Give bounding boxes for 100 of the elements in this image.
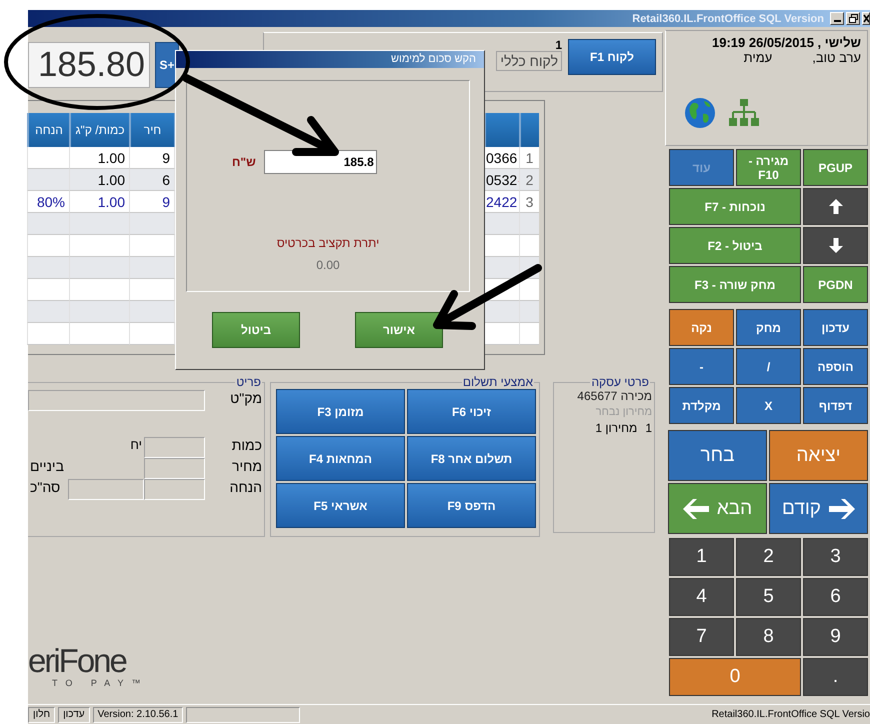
close-button[interactable] bbox=[862, 12, 870, 25]
function-button[interactable]: נוכחות - F7 bbox=[669, 188, 801, 225]
table-cell bbox=[69, 279, 129, 301]
edit-button[interactable]: נקה bbox=[669, 309, 734, 346]
table-cell: 0532 bbox=[484, 169, 519, 191]
table-cell bbox=[69, 213, 129, 235]
column-header[interactable]: כמות/ ק"ג bbox=[69, 113, 129, 147]
down-button[interactable] bbox=[803, 227, 868, 264]
logo-text: eriFone bbox=[28, 644, 126, 678]
table-cell bbox=[519, 323, 539, 345]
customer-button[interactable]: לקוח F1 bbox=[568, 39, 656, 75]
table-cell bbox=[27, 147, 69, 169]
table-cell bbox=[69, 323, 129, 345]
logo-tagline: TO PAY™ bbox=[52, 678, 149, 688]
customer-name-field[interactable]: לקוח כללי bbox=[496, 51, 562, 71]
balance-label: יתרת תקציב בכרטיס bbox=[276, 236, 380, 250]
function-button[interactable]: PGDN bbox=[803, 266, 868, 303]
up-button[interactable] bbox=[803, 188, 868, 225]
nav-button[interactable]: בחר bbox=[668, 430, 767, 481]
edit-button[interactable]: מחק bbox=[736, 309, 801, 346]
table-cell bbox=[519, 279, 539, 301]
table-cell bbox=[519, 213, 539, 235]
number-key[interactable]: . bbox=[803, 658, 868, 696]
table-cell bbox=[69, 235, 129, 257]
globe-icon bbox=[684, 97, 716, 129]
edit-button[interactable]: - bbox=[669, 348, 734, 385]
number-key[interactable]: 1 bbox=[669, 538, 734, 576]
nav-button[interactable]: יציאה bbox=[769, 430, 868, 481]
number-key[interactable]: 7 bbox=[669, 618, 734, 656]
table-cell bbox=[27, 301, 69, 323]
column-header[interactable]: הנחה bbox=[27, 113, 69, 147]
nav-button[interactable]: קודם bbox=[769, 483, 868, 534]
number-key[interactable]: 8 bbox=[736, 618, 801, 656]
dialog-title: הקש סכום למימוש bbox=[176, 51, 484, 68]
table-cell bbox=[69, 257, 129, 279]
number-key[interactable]: 6 bbox=[803, 578, 868, 616]
table-cell: 1.00 bbox=[69, 191, 129, 213]
dialog-button[interactable]: ביטול bbox=[212, 312, 300, 348]
balance-value: 0.00 bbox=[315, 258, 341, 272]
group-title: פריט bbox=[235, 375, 262, 389]
price-list-label: מחירון נבחר bbox=[594, 406, 652, 418]
table-cell bbox=[27, 169, 69, 191]
field-label: מחיר bbox=[231, 458, 263, 476]
table-cell: 6 bbox=[129, 169, 174, 191]
number-key[interactable]: 5 bbox=[736, 578, 801, 616]
quantity-field[interactable] bbox=[144, 437, 205, 458]
field-label: סה"כ bbox=[29, 479, 62, 497]
number-key[interactable]: 2 bbox=[736, 538, 801, 576]
row-number: 2 bbox=[519, 169, 539, 191]
status-panel: חלון bbox=[28, 706, 56, 722]
minimize-icon bbox=[834, 20, 840, 22]
nav-button[interactable]: הבא bbox=[668, 483, 767, 534]
minimize-button[interactable] bbox=[830, 12, 844, 25]
row-number: 1 bbox=[519, 147, 539, 169]
payment-button[interactable]: תשלום אחר F8 bbox=[407, 436, 536, 481]
function-button[interactable]: ביטול - F2 bbox=[669, 227, 801, 264]
amount-input[interactable]: 185.8 bbox=[264, 150, 377, 174]
edit-button[interactable]: עדכון bbox=[803, 309, 868, 346]
user-name: עמית bbox=[744, 50, 772, 65]
sku-field[interactable] bbox=[28, 390, 205, 411]
date-time: שלישי , 26/05/2015 19:19 bbox=[710, 35, 861, 50]
payment-button[interactable]: אשראי F5 bbox=[276, 483, 405, 528]
price-field[interactable] bbox=[144, 458, 205, 479]
payment-button[interactable]: זיכוי F6 bbox=[407, 389, 536, 434]
window-title: Retail360.IL.FrontOffice SQL Version bbox=[632, 12, 824, 24]
function-button[interactable]: PGUP bbox=[803, 149, 868, 186]
discount-field[interactable] bbox=[144, 479, 205, 500]
payment-button[interactable]: הדפס F9 bbox=[407, 483, 536, 528]
total-field[interactable] bbox=[68, 479, 144, 500]
payment-button[interactable]: מזומן F3 bbox=[276, 389, 405, 434]
function-button[interactable]: מחק שורה - F3 bbox=[669, 266, 801, 303]
field-label: ביניים bbox=[29, 458, 65, 476]
table-cell: 1.00 bbox=[69, 147, 129, 169]
status-app-name: Retail360.IL.FrontOffice SQL Versio bbox=[712, 709, 870, 720]
restore-icon bbox=[848, 14, 858, 23]
edit-button[interactable]: דפדוף bbox=[803, 387, 868, 424]
up-arrow-icon bbox=[828, 199, 842, 214]
dialog-button[interactable]: אישור bbox=[355, 312, 443, 348]
number-key[interactable]: 4 bbox=[669, 578, 734, 616]
number-key[interactable]: 0 bbox=[669, 658, 801, 696]
sale-number: מכירה 465677 bbox=[576, 389, 652, 403]
payment-button[interactable]: המחאות F4 bbox=[276, 436, 405, 481]
greeting: ערב טוב, bbox=[812, 50, 861, 65]
edit-button[interactable]: מקלדת bbox=[669, 387, 734, 424]
number-key[interactable]: 3 bbox=[803, 538, 868, 576]
edit-button[interactable]: / bbox=[736, 348, 801, 385]
table-cell bbox=[519, 235, 539, 257]
edit-button[interactable]: הוספה bbox=[803, 348, 868, 385]
customer-number: 1 bbox=[555, 39, 562, 51]
function-button[interactable]: מגירה - F10 bbox=[736, 149, 801, 186]
row-number: 3 bbox=[519, 191, 539, 213]
price-list-number: 1 bbox=[645, 421, 652, 435]
edit-button[interactable]: X bbox=[736, 387, 801, 424]
table-cell bbox=[69, 301, 129, 323]
number-key[interactable]: 9 bbox=[803, 618, 868, 656]
column-header[interactable]: חיר bbox=[129, 113, 174, 147]
currency-label: ש"ח bbox=[232, 155, 256, 169]
field-label: מק"ט bbox=[229, 390, 263, 408]
table-cell bbox=[27, 279, 69, 301]
restore-button[interactable] bbox=[846, 12, 860, 25]
